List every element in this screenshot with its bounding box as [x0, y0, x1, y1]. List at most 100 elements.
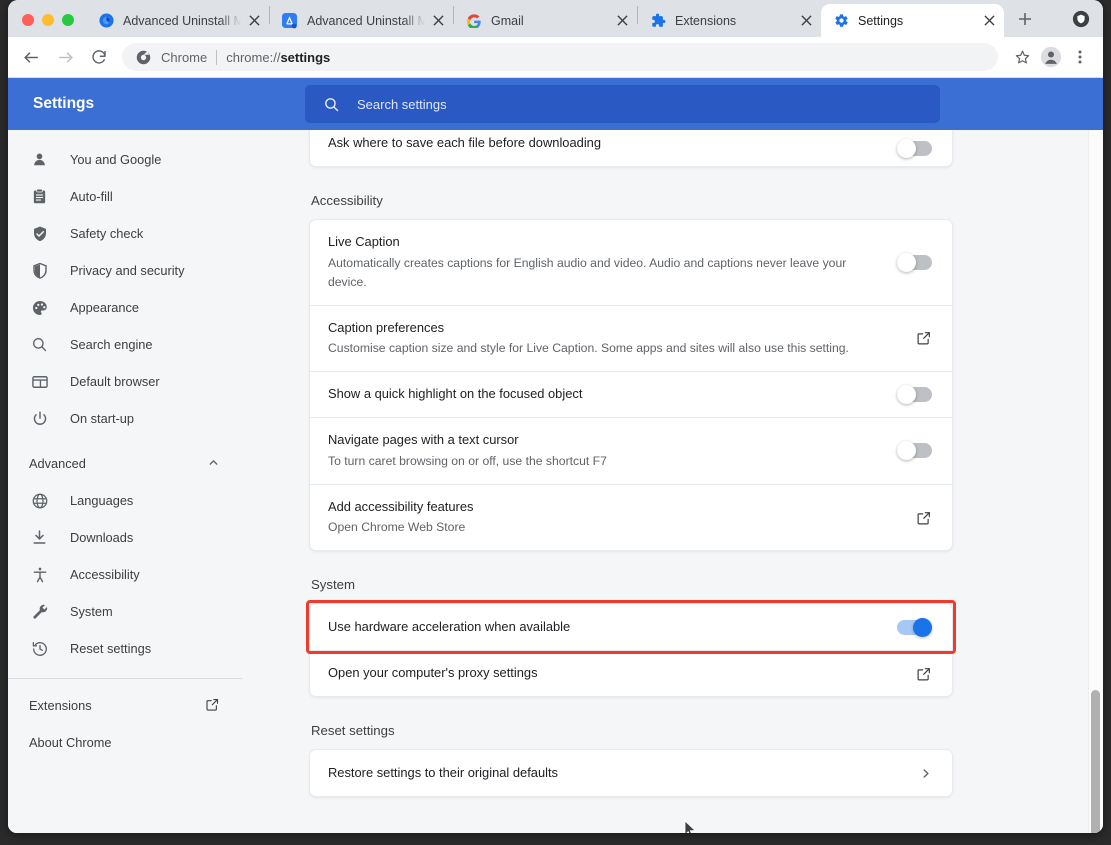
address-text: chrome://settings	[226, 50, 330, 65]
row-caption-preferences[interactable]: Caption preferences Customise caption si…	[310, 305, 952, 372]
gmail-icon	[466, 13, 482, 29]
tab-settings[interactable]: Settings	[821, 4, 1004, 37]
row-hardware-acceleration[interactable]: Use hardware acceleration when available	[310, 604, 952, 650]
globe-icon	[29, 490, 50, 511]
sidebar-item-you-and-google[interactable]: You and Google	[8, 141, 242, 178]
minimize-window-button[interactable]	[42, 14, 54, 26]
row-subtitle: To turn caret browsing on or off, use th…	[328, 452, 848, 471]
sidebar-item-label: You and Google	[70, 152, 161, 167]
appstore-icon	[282, 13, 298, 29]
scrollbar-thumb[interactable]	[1091, 690, 1100, 833]
reset-settings-card: Restore settings to their original defau…	[309, 749, 953, 797]
row-title: Caption preferences	[328, 319, 898, 338]
forward-button[interactable]	[50, 42, 80, 72]
row-title: Live Caption	[328, 233, 879, 252]
close-icon[interactable]	[613, 12, 631, 30]
sidebar-item-label: On start-up	[70, 411, 134, 426]
tab-advanced-uninstall-manager-2[interactable]: Advanced Uninstall Manager	[270, 4, 453, 37]
chevron-up-icon	[207, 456, 220, 472]
puzzle-icon	[650, 13, 666, 29]
history-icon	[29, 638, 50, 659]
close-icon[interactable]	[245, 12, 263, 30]
external-link-icon[interactable]	[916, 330, 932, 346]
sidebar-item-downloads[interactable]: Downloads	[8, 519, 242, 556]
highlighted-row-wrapper: Use hardware acceleration when available	[310, 604, 952, 650]
sidebar-item-on-start-up[interactable]: On start-up	[8, 400, 242, 437]
row-proxy-settings[interactable]: Open your computer's proxy settings	[310, 650, 952, 696]
toggle-quick-highlight[interactable]	[897, 387, 932, 402]
sidebar-item-system[interactable]: System	[8, 593, 242, 630]
sidebar-item-label: Appearance	[70, 300, 139, 315]
profile-avatar[interactable]	[1038, 44, 1064, 70]
sidebar-section-label: Advanced	[29, 456, 207, 471]
sidebar-item-label: Safety check	[70, 226, 143, 241]
sidebar-item-label: Privacy and security	[70, 263, 185, 278]
sidebar-item-extensions[interactable]: Extensions	[8, 687, 242, 724]
external-link-icon[interactable]	[916, 666, 932, 682]
toggle-knob	[913, 618, 932, 637]
download-icon	[29, 527, 50, 548]
sidebar-section-advanced[interactable]: Advanced	[8, 445, 242, 482]
address-bar[interactable]: Chrome chrome://settings	[122, 43, 998, 71]
sidebar-item-default-browser[interactable]: Default browser	[8, 363, 242, 400]
sidebar-item-safety-check[interactable]: Safety check	[8, 215, 242, 252]
browser-window-icon	[29, 371, 50, 392]
row-title: Add accessibility features	[328, 498, 898, 517]
external-link-icon[interactable]	[916, 510, 932, 526]
settings-content: You and Google Auto-fill Safety check Pr…	[8, 130, 1103, 833]
sidebar-item-label: About Chrome	[29, 735, 220, 750]
tab-gmail[interactable]: Gmail	[454, 4, 637, 37]
chevron-right-icon[interactable]	[919, 767, 932, 780]
sidebar-item-reset-settings[interactable]: Reset settings	[8, 630, 242, 667]
sidebar-item-label: Reset settings	[70, 641, 151, 656]
new-tab-button[interactable]	[1010, 4, 1040, 34]
search-input[interactable]: Search settings	[305, 85, 940, 123]
row-add-accessibility-features[interactable]: Add accessibility features Open Chrome W…	[310, 484, 952, 551]
reload-button[interactable]	[84, 42, 114, 72]
row-caret-browsing[interactable]: Navigate pages with a text cursor To tur…	[310, 417, 952, 484]
tab-strip: Advanced Uninstall Manager Advanced Unin…	[8, 0, 1103, 37]
toggle-ask-where-to-save[interactable]	[897, 141, 932, 156]
sidebar-item-languages[interactable]: Languages	[8, 482, 242, 519]
back-button[interactable]	[16, 42, 46, 72]
sidebar-item-auto-fill[interactable]: Auto-fill	[8, 178, 242, 215]
row-restore-defaults[interactable]: Restore settings to their original defau…	[310, 750, 952, 796]
row-ask-where-to-save[interactable]: Ask where to save each file before downl…	[310, 130, 952, 166]
chrome-menu-button[interactable]	[1067, 44, 1093, 70]
row-title: Restore settings to their original defau…	[328, 764, 901, 783]
sidebar-item-label: System	[70, 604, 113, 619]
accessibility-icon	[29, 564, 50, 585]
search-icon	[29, 334, 50, 355]
close-icon[interactable]	[429, 12, 447, 30]
row-subtitle: Open Chrome Web Store	[328, 518, 848, 537]
row-live-caption[interactable]: Live Caption Automatically creates capti…	[310, 220, 952, 305]
sidebar-item-privacy-and-security[interactable]: Privacy and security	[8, 252, 242, 289]
tab-extensions[interactable]: Extensions	[638, 4, 821, 37]
row-title: Ask where to save each file before downl…	[328, 134, 879, 153]
sidebar-item-appearance[interactable]: Appearance	[8, 289, 242, 326]
settings-sidebar: You and Google Auto-fill Safety check Pr…	[8, 130, 242, 833]
tab-title: Gmail	[491, 14, 609, 28]
gear-icon	[833, 13, 849, 29]
toggle-live-caption[interactable]	[897, 255, 932, 270]
toggle-hardware-acceleration[interactable]	[897, 620, 932, 635]
sidebar-item-search-engine[interactable]: Search engine	[8, 326, 242, 363]
close-icon[interactable]	[797, 12, 815, 30]
toggle-caret-browsing[interactable]	[897, 443, 932, 458]
bookmark-star-icon[interactable]	[1009, 44, 1035, 70]
close-icon[interactable]	[980, 12, 998, 30]
tab-title: Extensions	[675, 14, 793, 28]
close-window-button[interactable]	[22, 14, 34, 26]
sidebar-item-about-chrome[interactable]: About Chrome	[8, 724, 242, 761]
scrollbar-track[interactable]	[1088, 130, 1103, 833]
power-icon	[29, 408, 50, 429]
maximize-window-button[interactable]	[62, 14, 74, 26]
row-quick-highlight[interactable]: Show a quick highlight on the focused ob…	[310, 371, 952, 417]
search-placeholder: Search settings	[357, 97, 447, 112]
sidebar-item-accessibility[interactable]: Accessibility	[8, 556, 242, 593]
tab-advanced-uninstall-manager-1[interactable]: Advanced Uninstall Manager	[86, 4, 269, 37]
accessibility-card: Live Caption Automatically creates capti…	[309, 219, 953, 551]
profile-shield-icon[interactable]	[1071, 9, 1091, 29]
sidebar-item-label: Downloads	[70, 530, 133, 545]
sidebar-item-label: Extensions	[29, 698, 205, 713]
